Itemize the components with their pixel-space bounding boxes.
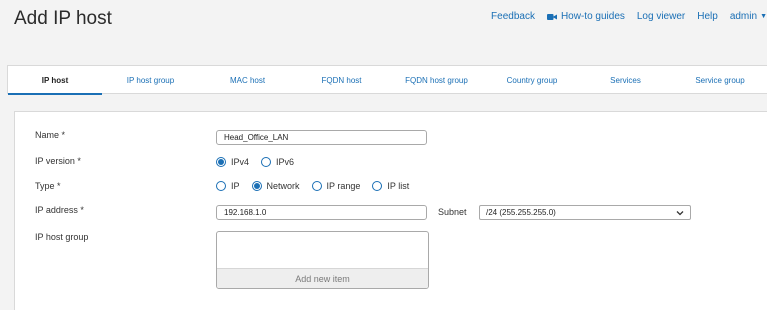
type-radios: IP Network IP range IP list <box>216 181 421 191</box>
tab-label: IP host group <box>126 75 175 85</box>
radio-unchecked-icon <box>261 157 272 167</box>
type-label: Type * <box>35 181 61 191</box>
tab-label: Services <box>610 75 641 85</box>
video-camera-icon <box>546 13 557 20</box>
page-title: Add IP host <box>14 8 112 29</box>
user-menu[interactable]: admin ▼ <box>730 11 767 22</box>
tab-label: Country group <box>506 75 558 85</box>
tab-mac-host[interactable]: MAC host <box>199 66 296 94</box>
log-viewer-link[interactable]: Log viewer <box>637 11 685 22</box>
type-ip-range-label: IP range <box>326 181 361 191</box>
radio-checked-icon <box>251 181 262 191</box>
tab-label: Service group <box>695 75 745 85</box>
type-network-radio[interactable]: Network <box>251 181 300 191</box>
tab-fqdn-host-group[interactable]: FQDN host group <box>387 66 486 94</box>
chevron-down-icon <box>676 210 684 215</box>
tab-fqdn-host[interactable]: FQDN host <box>296 66 387 94</box>
add-new-item-button[interactable]: Add new item <box>217 268 428 288</box>
help-link[interactable]: Help <box>697 11 718 22</box>
type-ip-list-radio[interactable]: IP list <box>372 181 409 191</box>
ip-host-group-list[interactable]: Add new item <box>216 231 429 289</box>
ip-address-input[interactable]: 192.168.1.0 <box>216 205 427 220</box>
user-menu-label: admin <box>729 11 758 22</box>
tab-ip-host[interactable]: IP host <box>8 66 102 95</box>
ipv4-radio[interactable]: IPv4 <box>216 157 249 167</box>
feedback-link[interactable]: Feedback <box>491 11 535 22</box>
radio-unchecked-icon <box>216 181 226 191</box>
how-to-guides-label: How-to guides <box>560 11 625 22</box>
ip-host-form: Name * Head_Office_LAN IP version * IPv4… <box>14 111 767 310</box>
tab-service-group[interactable]: Service group <box>673 66 767 94</box>
ipv6-label: IPv6 <box>276 157 295 167</box>
ip-host-group-label: IP host group <box>35 232 89 242</box>
radio-checked-icon <box>216 157 226 167</box>
ip-address-label: IP address * <box>35 205 84 215</box>
type-network-label: Network <box>266 181 300 191</box>
type-ip-radio[interactable]: IP <box>216 181 240 191</box>
radio-unchecked-icon <box>372 181 383 191</box>
subnet-select[interactable]: /24 (255.255.255.0) <box>479 205 691 220</box>
radio-unchecked-icon <box>311 181 322 191</box>
tab-label: FQDN host group <box>405 75 468 85</box>
type-ip-label: IP <box>231 181 240 191</box>
name-input[interactable]: Head_Office_LAN <box>216 130 427 145</box>
ipv6-radio[interactable]: IPv6 <box>261 157 294 167</box>
chevron-down-icon: ▼ <box>760 13 767 20</box>
tab-label: IP host <box>41 75 69 85</box>
tab-ip-host-group[interactable]: IP host group <box>102 66 199 94</box>
type-ip-range-radio[interactable]: IP range <box>311 181 361 191</box>
top-nav: Feedback How-to guides Log viewer Help a… <box>479 11 767 22</box>
how-to-guides-link[interactable]: How-to guides <box>546 11 625 22</box>
tab-bar: IP host IP host group MAC host FQDN host… <box>7 65 767 95</box>
tab-label: MAC host <box>229 75 266 85</box>
tab-services[interactable]: Services <box>578 66 673 94</box>
tab-country-group[interactable]: Country group <box>486 66 578 94</box>
tab-label: FQDN host <box>321 75 362 85</box>
subnet-label: Subnet <box>438 207 467 217</box>
ipv4-label: IPv4 <box>231 157 250 167</box>
ip-version-label: IP version * <box>35 156 81 166</box>
subnet-value: /24 (255.255.255.0) <box>486 208 556 217</box>
name-label: Name * <box>35 130 66 140</box>
ip-version-radios: IPv4 IPv6 <box>216 157 306 167</box>
type-ip-list-label: IP list <box>387 181 410 191</box>
